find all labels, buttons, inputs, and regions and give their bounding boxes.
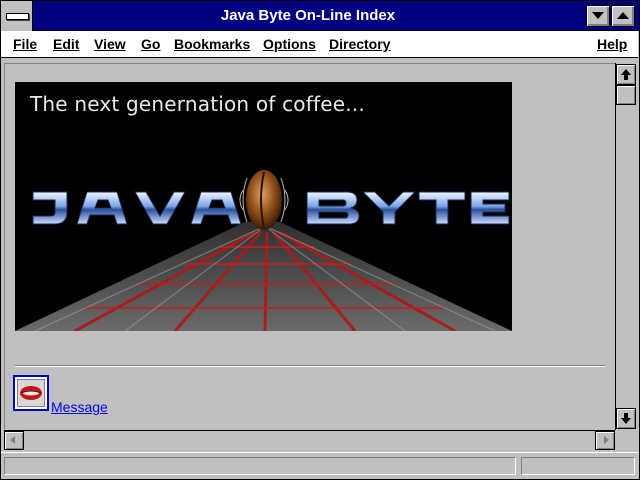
menu-file[interactable]: File [13,31,37,57]
arrow-right-icon [604,436,609,444]
progress-panel [521,457,635,475]
message-link[interactable]: Message [51,399,108,415]
vertical-scrollbar[interactable] [615,63,637,430]
menu-bookmarks[interactable]: Bookmarks [174,31,250,57]
horizontal-rule [15,365,605,367]
arrow-down-icon [621,413,631,424]
arrow-left-icon [10,436,15,444]
scroll-left-button[interactable] [4,431,24,450]
menu-label: Options [263,36,316,52]
maximize-button[interactable] [611,5,635,27]
menu-help[interactable]: Help [597,31,627,57]
triangle-down-icon [592,12,604,19]
lips-icon [17,379,45,407]
title-bar[interactable]: Java Byte On-Line Index [1,1,639,31]
banner-tagline: The next genernation of coffee... [30,92,365,116]
menu-label: Edit [53,36,80,52]
menu-label: View [94,36,126,52]
menu-label: File [13,36,38,52]
minimize-button[interactable] [586,5,610,27]
vertical-scroll-thumb[interactable] [616,85,636,105]
system-menu-button[interactable] [1,1,33,31]
window-title: Java Byte On-Line Index [220,7,396,24]
java-byte-banner-image: The next genernation of coffee... [15,82,512,331]
arrow-up-icon [621,69,631,80]
menu-directory[interactable]: Directory [329,31,390,57]
scroll-down-button[interactable] [616,408,636,429]
status-bar [1,452,638,478]
menu-edit[interactable]: Edit [53,31,79,57]
menu-label: Bookmarks [174,36,251,52]
menu-label: Directory [329,36,391,52]
horizontal-scrollbar[interactable] [4,430,615,450]
scroll-right-button[interactable] [595,431,615,450]
menu-bar: File Edit View Go Bookmarks Options Dire… [1,31,638,58]
menu-label: Go [141,36,161,52]
menu-options[interactable]: Options [263,31,316,57]
scroll-up-button[interactable] [616,64,636,85]
status-text-panel [4,457,516,475]
triangle-up-icon [617,12,629,19]
menu-label: Help [597,36,628,52]
system-menu-icon [6,13,29,20]
menu-go[interactable]: Go [141,31,160,57]
message-icon-link[interactable] [13,375,49,411]
java-byte-logo [15,170,512,331]
menu-view[interactable]: View [94,31,126,57]
